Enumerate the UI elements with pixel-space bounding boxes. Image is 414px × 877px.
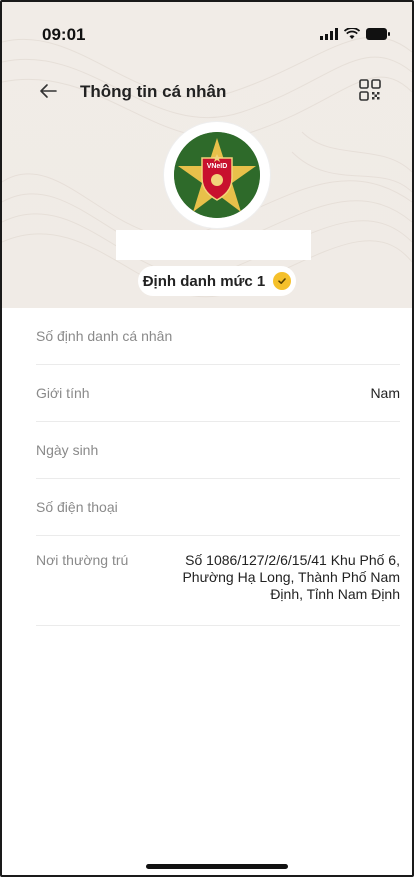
identification-level-badge: Định danh mức 1 (138, 266, 296, 296)
full-name (116, 230, 311, 260)
status-bar: 09:01 (2, 2, 412, 62)
info-label: Giới tính (36, 385, 90, 401)
info-label: Nơi thường trú (36, 552, 129, 568)
verified-check-icon (273, 272, 292, 290)
qr-code-icon (359, 79, 381, 101)
info-label: Số điện thoại (36, 499, 118, 515)
info-row-permanent-address: Nơi thường trú Số 1086/127/2/6/15/41 Khu… (36, 536, 400, 626)
info-row-phone-number: Số điện thoại (36, 479, 400, 536)
nav-bar: Thông tin cá nhân (2, 74, 412, 114)
page-title: Thông tin cá nhân (80, 82, 227, 101)
status-time: 09:01 (42, 25, 86, 44)
info-label: Ngày sinh (36, 442, 99, 458)
info-row-date-of-birth: Ngày sinh (36, 422, 400, 479)
emblem-logo-text: VNeID (207, 163, 228, 170)
star-emblem-icon: VNeID (174, 132, 260, 218)
phone-screen: 09:01 Thông tin cá nhân VNeID Định danh … (0, 0, 414, 877)
info-row-personal-id: Số định danh cá nhân (36, 308, 400, 365)
home-indicator[interactable] (146, 864, 288, 869)
wifi-icon (344, 28, 360, 39)
info-value: Nam (370, 385, 400, 401)
avatar: VNeID (164, 122, 270, 228)
status-icons (320, 28, 390, 40)
qr-code-button[interactable] (358, 78, 382, 102)
identification-level-label: Định danh mức 1 (142, 272, 266, 290)
back-button[interactable] (38, 80, 62, 104)
personal-info-list: Số định danh cá nhân Giới tính Nam Ngày … (2, 308, 412, 626)
info-row-gender: Giới tính Nam (36, 365, 400, 422)
info-label: Số định danh cá nhân (36, 328, 173, 344)
battery-icon (366, 28, 390, 40)
vneid-emblem: VNeID (174, 132, 260, 218)
arrow-left-icon (40, 84, 57, 98)
info-value: Số 1086/127/2/6/15/41 Khu Phố 6, Phường … (182, 552, 400, 602)
signal-icon (320, 28, 338, 40)
